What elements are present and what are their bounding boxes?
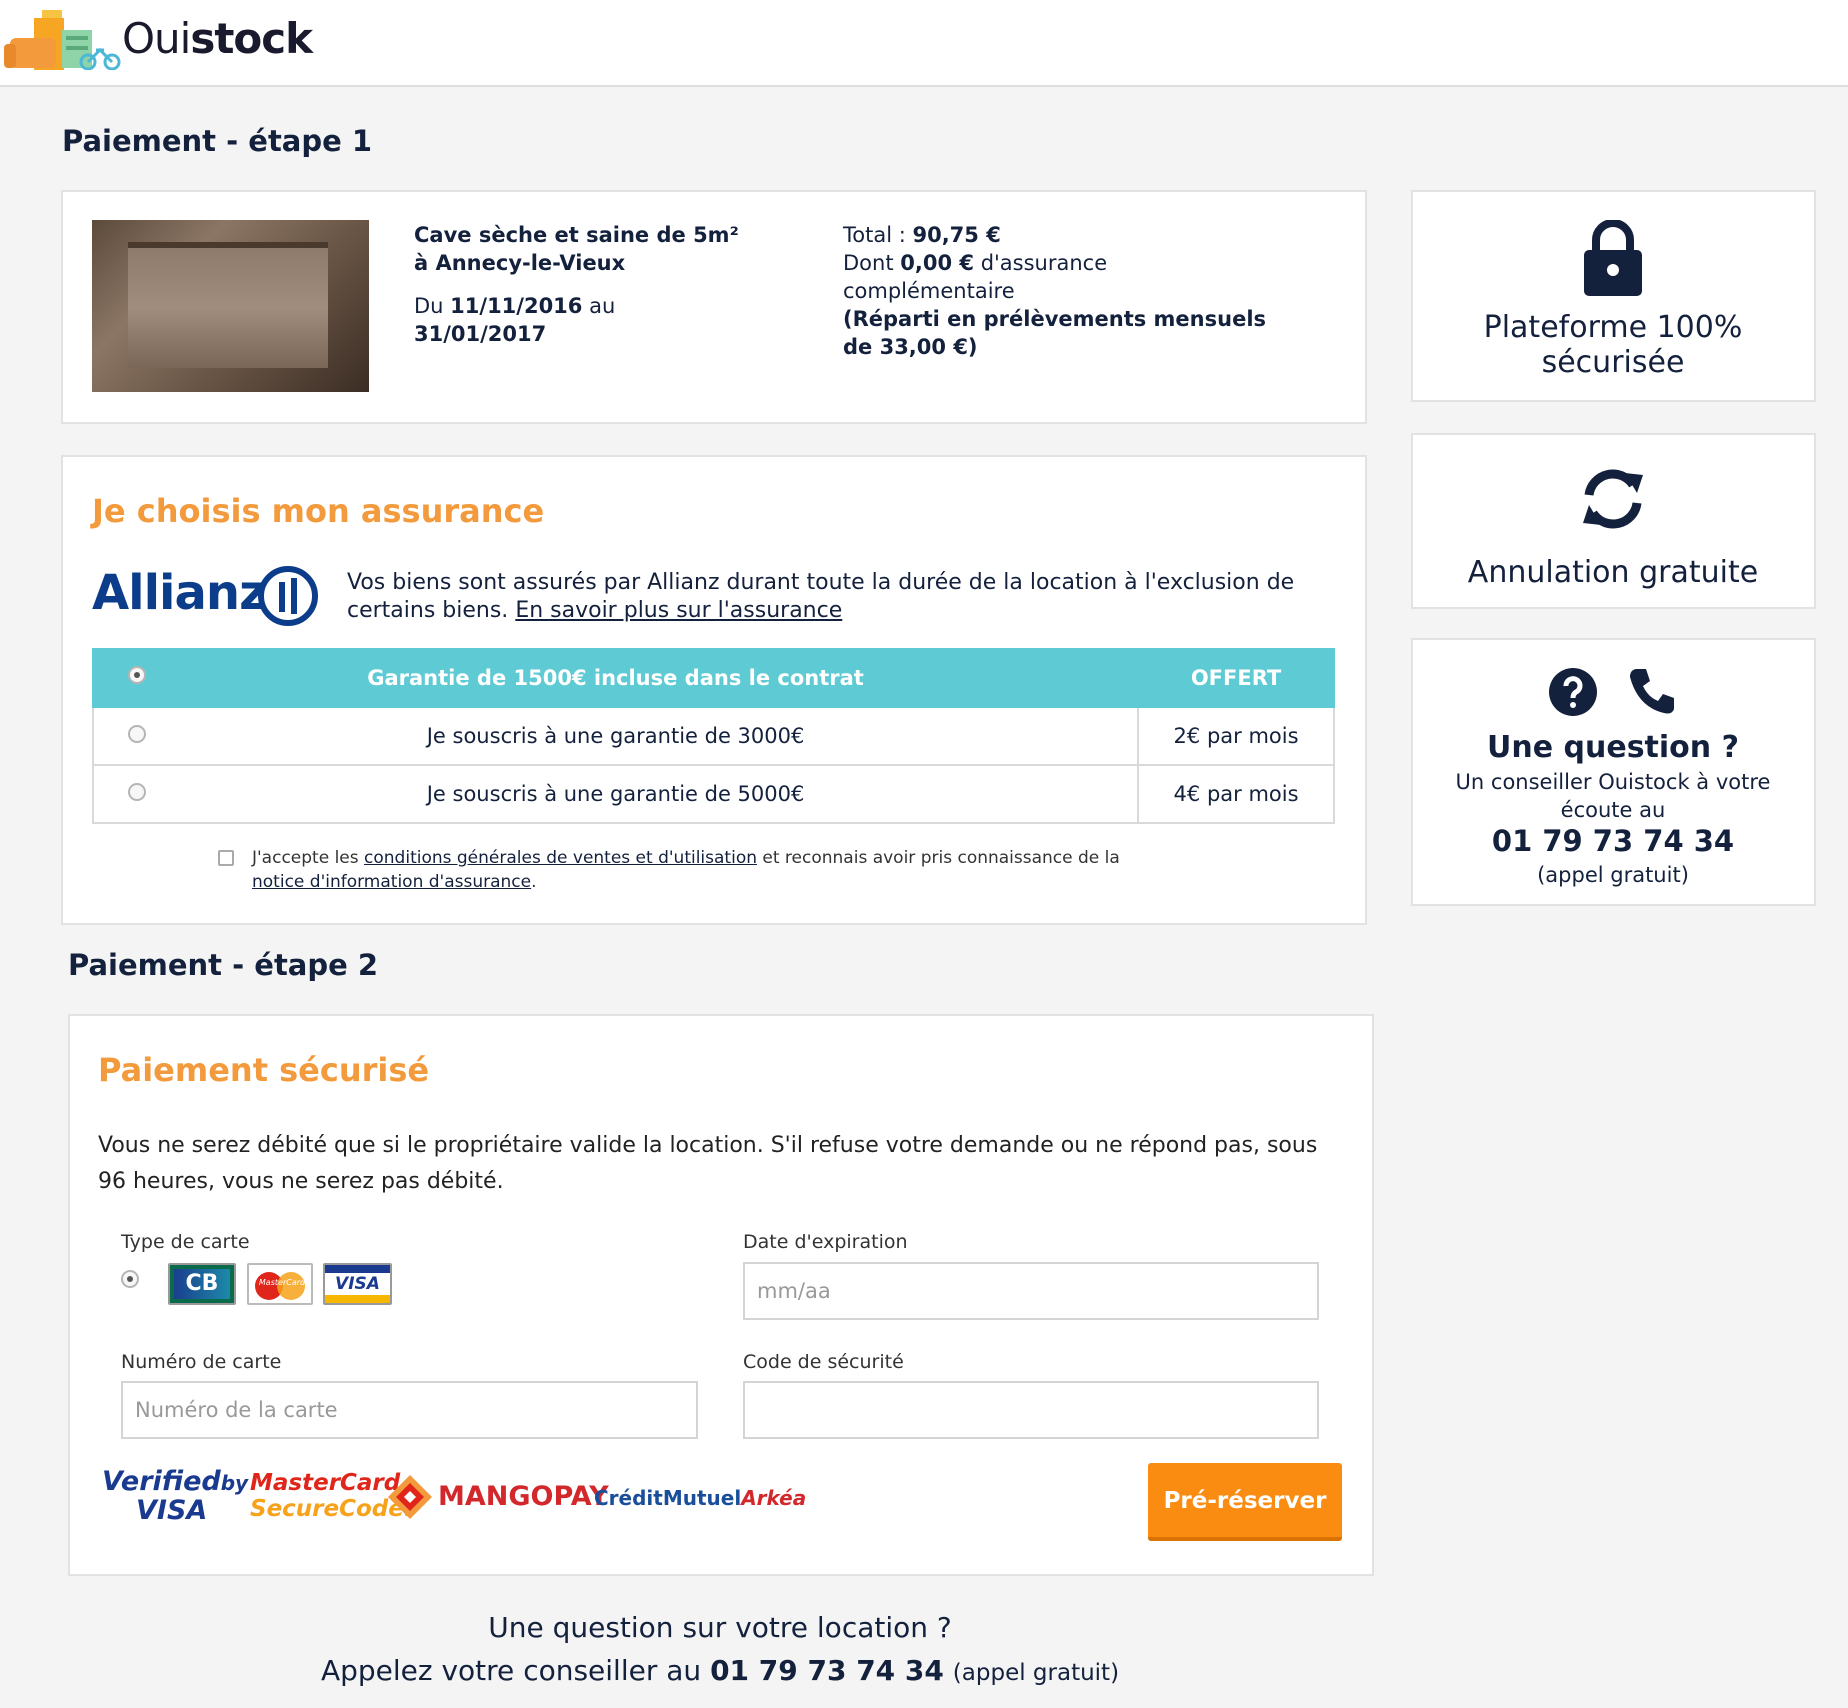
step2-title: Paiement - étape 2 xyxy=(68,948,379,982)
verified-text: Verified xyxy=(102,1466,221,1497)
listing-photo xyxy=(92,220,369,392)
ouistock-logo-icon[interactable] xyxy=(4,8,122,70)
help-phone[interactable]: 01 79 73 74 34 xyxy=(1413,824,1813,858)
total-label: Total : xyxy=(843,223,906,247)
lock-icon xyxy=(1584,220,1642,296)
security-code-input[interactable] xyxy=(743,1381,1319,1439)
dates-prefix: Du xyxy=(414,294,444,318)
credit-mutuel-arkea-logo: CréditMutuelArkéa xyxy=(594,1486,806,1510)
terms-checkbox[interactable] xyxy=(218,850,234,866)
insurance-learn-more-link[interactable]: En savoir plus sur l'assurance xyxy=(515,598,842,623)
cm-text: CréditMutuel xyxy=(594,1486,742,1510)
arkea-text: Arkéa xyxy=(741,1486,807,1510)
insurance-option-label: Je souscris à une garantie de 3000€ xyxy=(91,706,1140,766)
card-type-label: Type de carte xyxy=(121,1231,250,1253)
mangopay-logo: MANGOPAY xyxy=(438,1481,609,1512)
insurance-option-price: OFFERT xyxy=(1137,648,1335,708)
card-number-label: Numéro de carte xyxy=(121,1351,282,1373)
cb-card-icon: CB xyxy=(168,1263,236,1305)
help-title: Une question ? xyxy=(1487,730,1739,765)
insurance-option-row[interactable]: Je souscris à une garantie de 5000€ 4€ p… xyxy=(91,764,1335,824)
footer-question: Une question sur votre location ? xyxy=(488,1611,952,1644)
insurance-title: Je choisis mon assurance xyxy=(92,492,545,530)
date-to: 31/01/2017 xyxy=(414,322,547,346)
mastercard-card-icon: MasterCard xyxy=(247,1263,313,1305)
card-number-input[interactable]: Numéro de la carte xyxy=(121,1381,698,1439)
cb-card-text: CB xyxy=(174,1269,230,1299)
allianz-emblem-icon xyxy=(258,566,318,626)
mangopay-diamond-icon xyxy=(388,1475,432,1519)
insurance-option-row[interactable]: Je souscris à une garantie de 3000€ 2€ p… xyxy=(91,706,1335,766)
dates-mid: au xyxy=(589,294,616,318)
mastercard-card-text: MasterCard xyxy=(258,1278,306,1287)
footer-note: (appel gratuit) xyxy=(952,1660,1120,1686)
step1-title: Paiement - étape 1 xyxy=(62,124,373,158)
date-from: 11/11/2016 xyxy=(450,294,583,318)
logo-wordmark[interactable]: Ouistock xyxy=(122,14,313,63)
installments-note: (Réparti en prélèvements mensuels de 33,… xyxy=(843,307,1267,359)
pre-reserve-button[interactable]: Pré-réserver xyxy=(1148,1463,1342,1541)
insurance-option-row[interactable]: Garantie de 1500€ incluse dans le contra… xyxy=(91,648,1335,708)
allianz-logo: Allianz xyxy=(92,565,267,621)
insurance-value: 0,00 € xyxy=(900,251,974,275)
footer-call-prefix: Appelez votre conseiller au xyxy=(320,1654,702,1687)
terms-end: . xyxy=(531,872,537,892)
phone-icon[interactable] xyxy=(1628,667,1676,715)
price-summary: Total : 90,75 € Dont 0,00 € d'assurance … xyxy=(843,221,1283,361)
payment-title: Paiement sécurisé xyxy=(98,1051,430,1089)
terms-text: J'accepte les conditions générales de ve… xyxy=(252,846,1152,894)
expiry-label: Date d'expiration xyxy=(743,1231,908,1253)
listing-title: Cave sèche et saine de 5m² à Annecy-le-V… xyxy=(414,223,739,275)
verified-by-text: by xyxy=(220,1471,249,1495)
visa-card-text: VISA xyxy=(335,1274,380,1294)
insurance-option-price: 2€ par mois xyxy=(1137,706,1335,766)
insurance-radio-1500[interactable] xyxy=(128,666,146,684)
terms-prefix: J'accepte les xyxy=(252,848,359,868)
insurance-radio-3000[interactable] xyxy=(128,725,146,743)
booking-dates: Du 11/11/2016 au 31/01/2017 xyxy=(414,292,754,348)
footer-call: Appelez votre conseiller au 01 79 73 74 … xyxy=(0,1654,1440,1687)
free-cancellation-title: Annulation gratuite xyxy=(1467,555,1759,590)
card-type-radio[interactable] xyxy=(121,1270,139,1288)
verified-by-visa-logo: Verifiedby VISA xyxy=(102,1468,248,1525)
question-icon xyxy=(1549,668,1597,716)
logo-text-light: Oui xyxy=(122,14,191,63)
help-phone-note: (appel gratuit) xyxy=(1537,863,1689,887)
insurance-options-table: Garantie de 1500€ incluse dans le contra… xyxy=(91,648,1335,824)
insurance-description: Vos biens sont assurés par Allianz duran… xyxy=(347,569,1337,625)
logo-text-bold: stock xyxy=(190,14,313,63)
visa-card-icon: VISA xyxy=(323,1263,392,1305)
site-header: Ouistock xyxy=(0,0,1848,87)
insurance-option-label: Garantie de 1500€ incluse dans le contra… xyxy=(91,648,1140,708)
verified-visa-text: VISA xyxy=(136,1495,208,1526)
terms-conditions-link[interactable]: conditions générales de ventes et d'util… xyxy=(364,848,757,868)
insurance-prefix: Dont xyxy=(843,251,894,275)
expiry-input[interactable]: mm/aa xyxy=(743,1262,1319,1320)
terms-mid: et reconnais avoir pris connaissance de … xyxy=(762,848,1120,868)
security-code-label: Code de sécurité xyxy=(743,1351,904,1373)
help-text: Un conseiller Ouistock à votre écoute au xyxy=(1455,770,1771,822)
secure-platform-title: Plateforme 100% sécurisée xyxy=(1483,310,1743,380)
payment-notice: Vous ne serez débité que si le propriéta… xyxy=(98,1133,1318,1194)
refresh-icon xyxy=(1583,469,1643,529)
insurance-option-label: Je souscris à une garantie de 5000€ xyxy=(91,764,1140,824)
footer-phone[interactable]: 01 79 73 74 34 xyxy=(710,1654,944,1687)
insurance-notice-link[interactable]: notice d'information d'assurance xyxy=(252,872,531,892)
insurance-radio-5000[interactable] xyxy=(128,783,146,801)
insurance-option-price: 4€ par mois xyxy=(1137,764,1335,824)
total-value: 90,75 € xyxy=(912,223,1001,247)
